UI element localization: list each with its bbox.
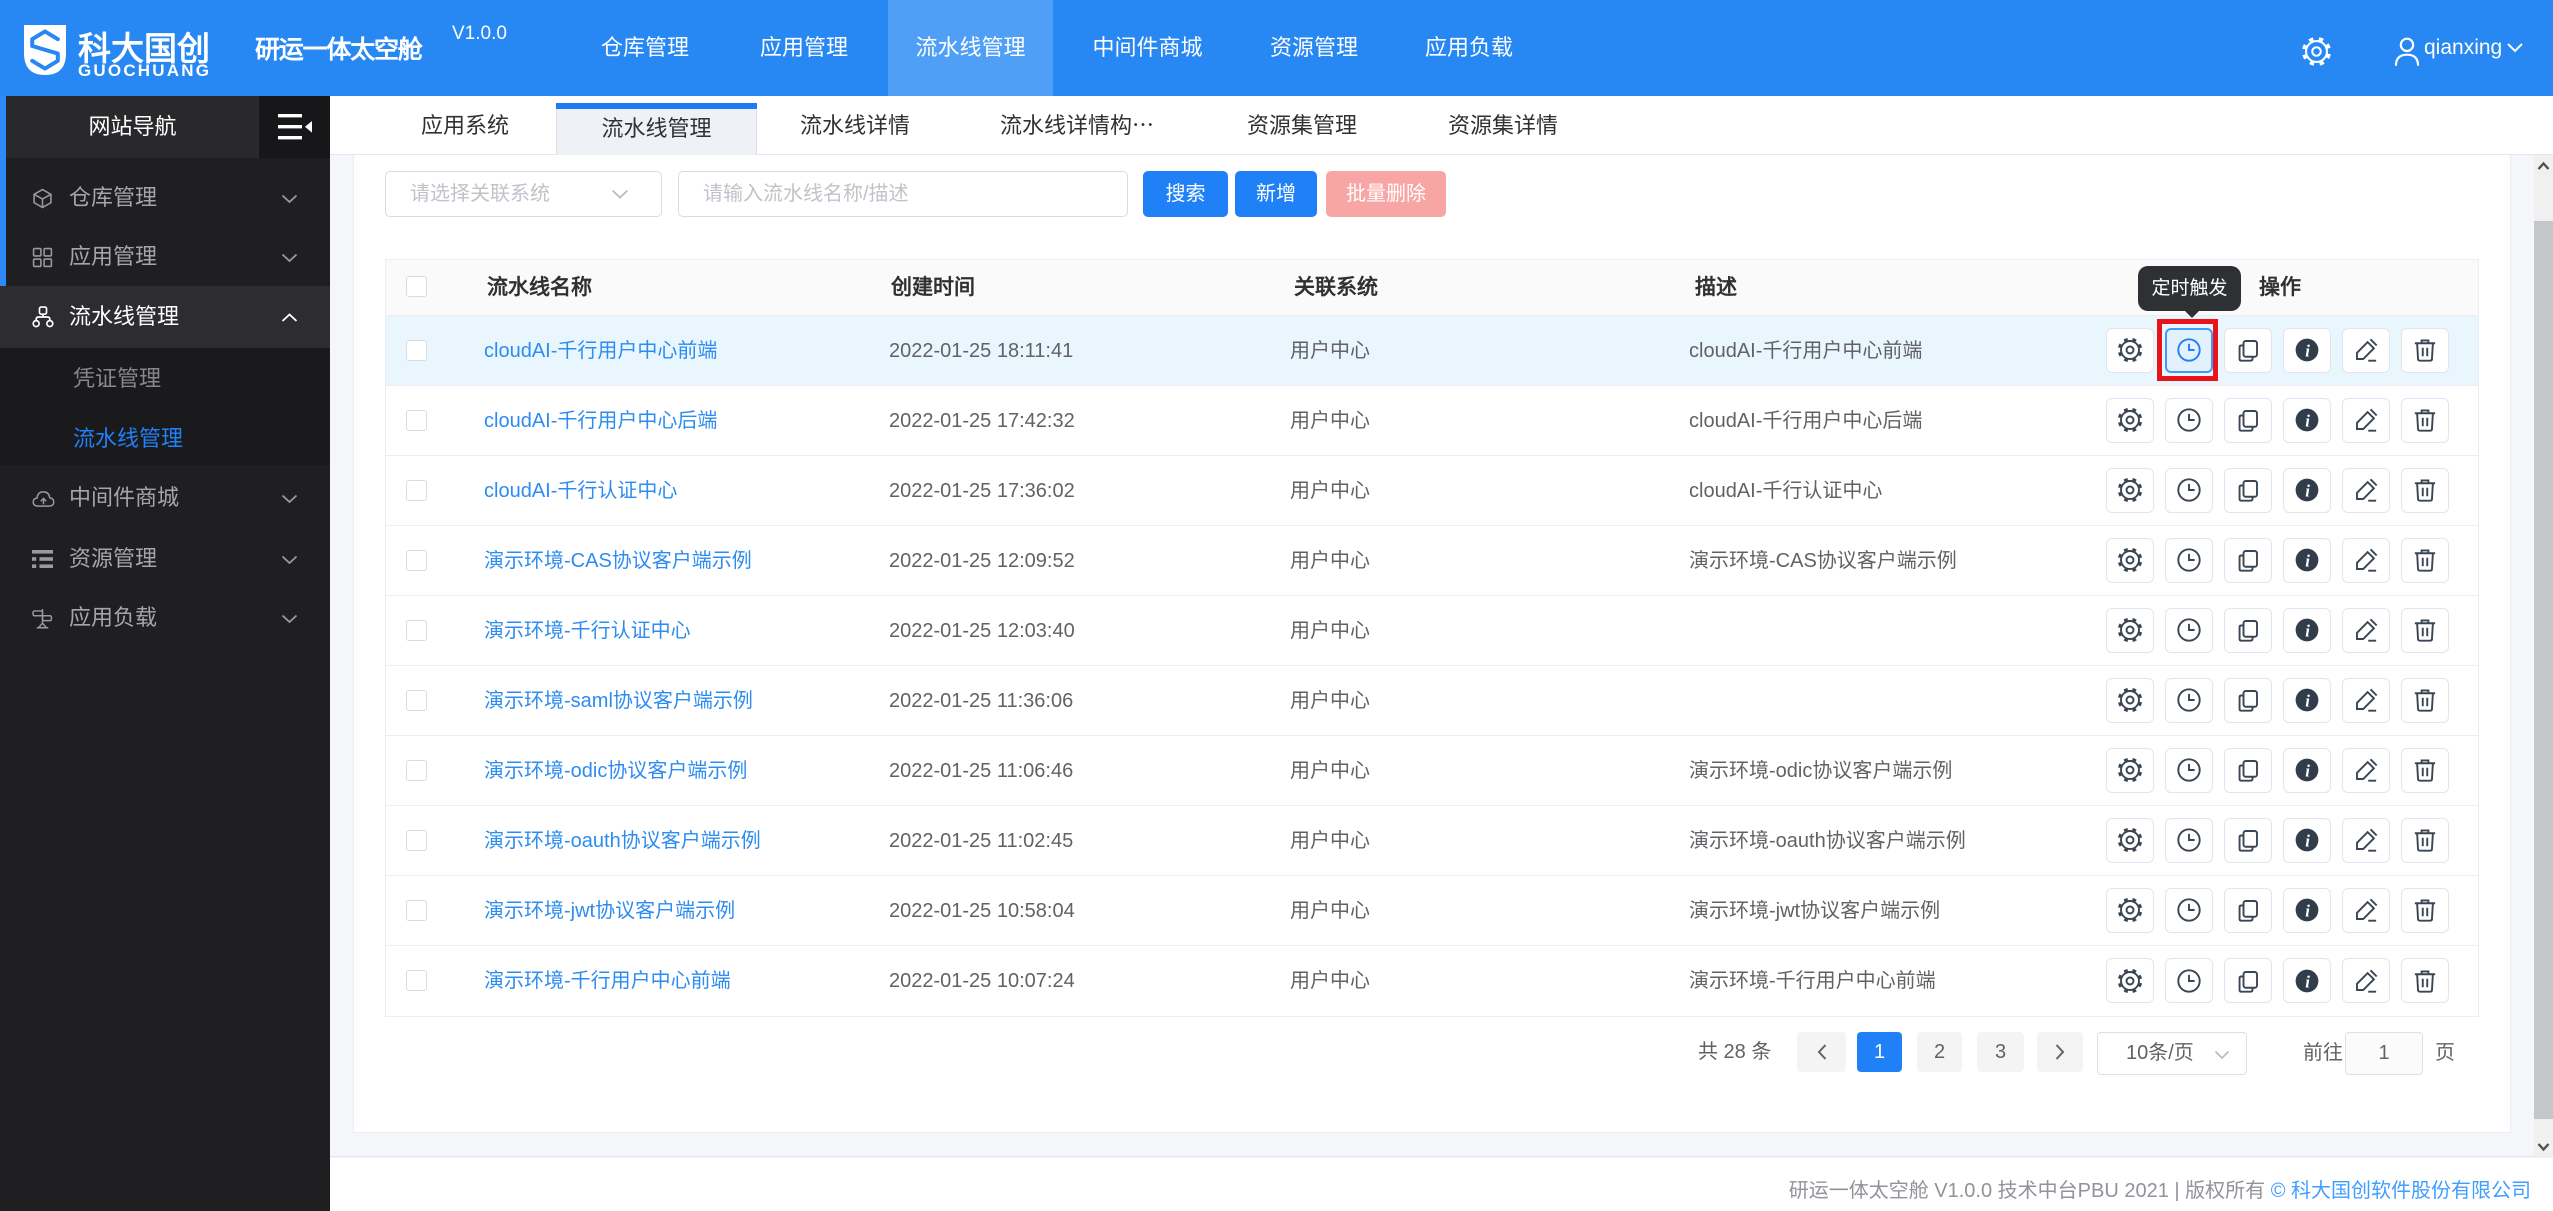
svg-text:i: i [2305, 412, 2310, 431]
svg-text:i: i [2305, 622, 2310, 641]
svg-text:i: i [2305, 762, 2310, 781]
svg-text:i: i [2305, 692, 2310, 711]
svg-text:i: i [2305, 832, 2310, 851]
svg-text:i: i [2305, 482, 2310, 501]
svg-text:i: i [2305, 552, 2310, 571]
svg-text:i: i [2305, 972, 2310, 991]
svg-text:i: i [2305, 902, 2310, 921]
svg-text:i: i [2305, 342, 2310, 361]
